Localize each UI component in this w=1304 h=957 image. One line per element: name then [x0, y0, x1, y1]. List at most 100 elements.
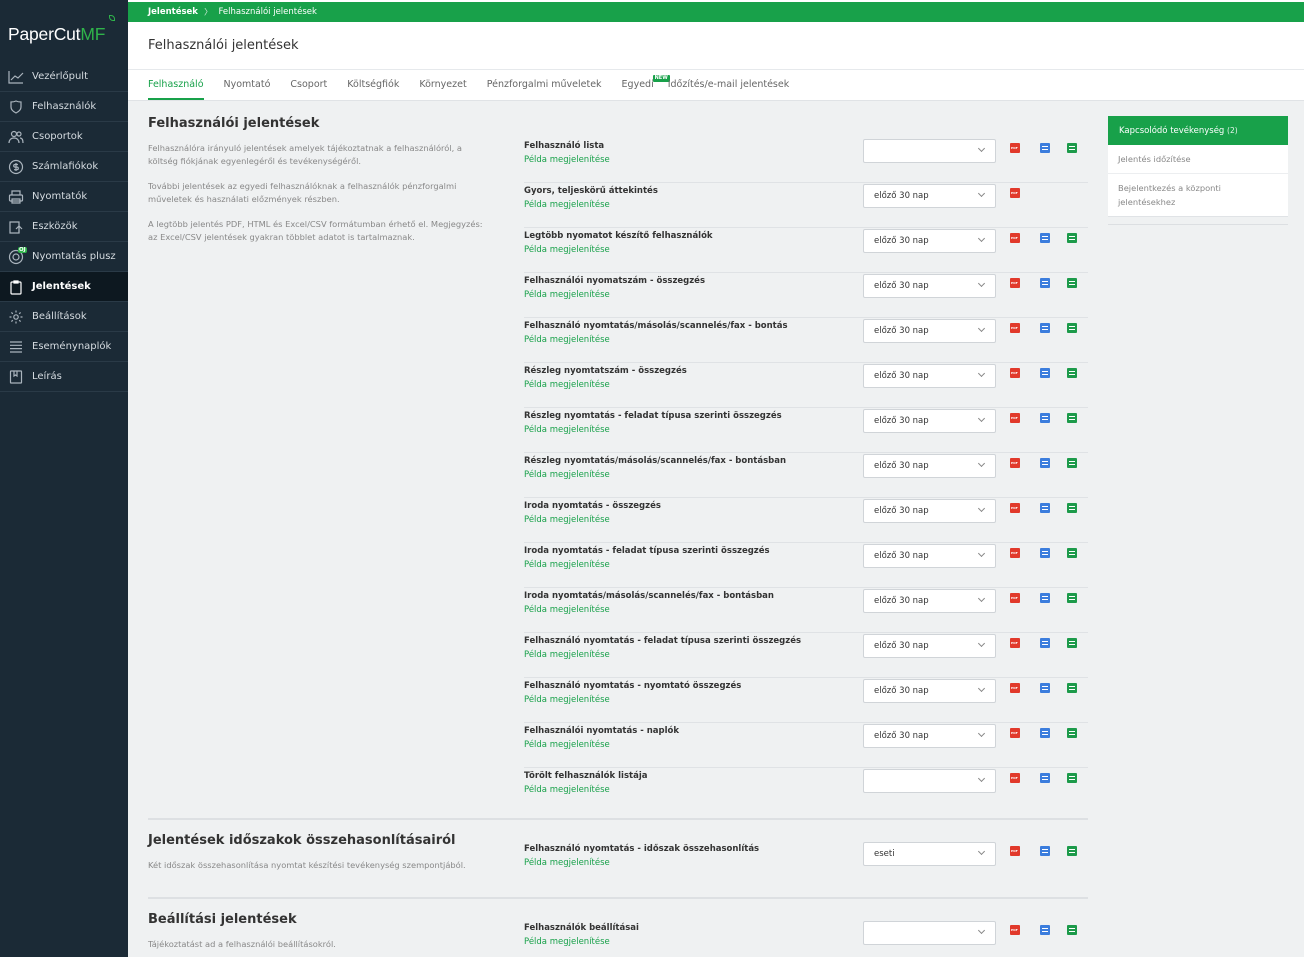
period-select[interactable] [863, 139, 996, 163]
sidebar-item-printer[interactable]: Nyomtatók [0, 182, 128, 212]
period-select[interactable]: előző 30 nap [863, 589, 996, 613]
pdf-icon[interactable] [1010, 323, 1020, 333]
csv-icon[interactable] [1067, 593, 1077, 603]
tab-7[interactable]: Időzítés/e-mail jelentések [668, 70, 790, 100]
html-icon[interactable] [1040, 548, 1050, 558]
example-link[interactable]: Példa megjelenítése [524, 470, 610, 480]
pdf-icon[interactable] [1010, 368, 1020, 378]
papercut-logo[interactable]: PaperCutMF [0, 0, 128, 62]
csv-icon[interactable] [1067, 143, 1077, 153]
period-select[interactable]: eseti [863, 842, 996, 866]
csv-icon[interactable] [1067, 323, 1077, 333]
tab-4[interactable]: Környezet [419, 70, 466, 100]
html-icon[interactable] [1040, 368, 1050, 378]
period-select[interactable]: előző 30 nap [863, 454, 996, 478]
pdf-icon[interactable] [1010, 548, 1020, 558]
period-select[interactable]: előző 30 nap [863, 679, 996, 703]
tab-1[interactable]: Nyomtató [224, 70, 271, 100]
csv-icon[interactable] [1067, 458, 1077, 468]
example-link[interactable]: Példa megjelenítése [524, 858, 610, 868]
sidebar-item-clipboard[interactable]: Jelentések [0, 272, 128, 302]
tab-2[interactable]: Csoport [290, 70, 327, 100]
pdf-icon[interactable] [1010, 188, 1020, 198]
example-link[interactable]: Példa megjelenítése [524, 425, 610, 435]
pdf-icon[interactable] [1010, 638, 1020, 648]
html-icon[interactable] [1040, 458, 1050, 468]
example-link[interactable]: Példa megjelenítése [524, 380, 610, 390]
example-link[interactable]: Példa megjelenítése [524, 650, 610, 660]
tab-3[interactable]: Költségfiók [347, 70, 399, 100]
sidebar-item-user-shield[interactable]: Felhasználók [0, 92, 128, 122]
period-select[interactable] [863, 769, 996, 793]
pdf-icon[interactable] [1010, 413, 1020, 423]
csv-icon[interactable] [1067, 925, 1077, 935]
example-link[interactable]: Példa megjelenítése [524, 335, 610, 345]
period-select[interactable]: előző 30 nap [863, 634, 996, 658]
csv-icon[interactable] [1067, 683, 1077, 693]
period-select[interactable]: előző 30 nap [863, 274, 996, 298]
period-select[interactable]: előző 30 nap [863, 184, 996, 208]
html-icon[interactable] [1040, 773, 1050, 783]
sidebar-item-device[interactable]: Eszközök [0, 212, 128, 242]
period-select[interactable]: előző 30 nap [863, 409, 996, 433]
tab-5[interactable]: Pénzforgalmi műveletek [487, 70, 602, 100]
html-icon[interactable] [1040, 503, 1050, 513]
example-link[interactable]: Példa megjelenítése [524, 290, 610, 300]
html-icon[interactable] [1040, 593, 1050, 603]
tab-0[interactable]: Felhasználó [148, 70, 204, 100]
tab-6[interactable]: Egyedi NEW [622, 70, 670, 100]
breadcrumb-root[interactable]: Jelentések [148, 7, 198, 17]
pdf-icon[interactable] [1010, 278, 1020, 288]
sidebar-item-gear[interactable]: Beállítások [0, 302, 128, 332]
example-link[interactable]: Példa megjelenítése [524, 200, 610, 210]
sidebar-item-book[interactable]: Leírás [0, 362, 128, 392]
html-icon[interactable] [1040, 638, 1050, 648]
csv-icon[interactable] [1067, 728, 1077, 738]
html-icon[interactable] [1040, 143, 1050, 153]
period-select[interactable]: előző 30 nap [863, 724, 996, 748]
example-link[interactable]: Példa megjelenítése [524, 560, 610, 570]
period-select[interactable]: előző 30 nap [863, 364, 996, 388]
csv-icon[interactable] [1067, 548, 1077, 558]
csv-icon[interactable] [1067, 233, 1077, 243]
example-link[interactable]: Példa megjelenítése [524, 605, 610, 615]
example-link[interactable]: Példa megjelenítése [524, 515, 610, 525]
pdf-icon[interactable] [1010, 683, 1020, 693]
example-link[interactable]: Példa megjelenítése [524, 695, 610, 705]
html-icon[interactable] [1040, 683, 1050, 693]
example-link[interactable]: Példa megjelenítése [524, 245, 610, 255]
pdf-icon[interactable] [1010, 143, 1020, 153]
pdf-icon[interactable] [1010, 503, 1020, 513]
example-link[interactable]: Példa megjelenítése [524, 155, 610, 165]
example-link[interactable]: Példa megjelenítése [524, 785, 610, 795]
sidebar-item-chart-line[interactable]: Vezérlőpult [0, 62, 128, 92]
example-link[interactable]: Példa megjelenítése [524, 937, 610, 947]
example-link[interactable]: Példa megjelenítése [524, 740, 610, 750]
pdf-icon[interactable] [1010, 925, 1020, 935]
sidebar-item-print-plus[interactable]: Nyomtatás plusz OJ [0, 242, 128, 272]
html-icon[interactable] [1040, 233, 1050, 243]
csv-icon[interactable] [1067, 773, 1077, 783]
sidebar-item-list[interactable]: Eseménynaplók [0, 332, 128, 362]
html-icon[interactable] [1040, 925, 1050, 935]
pdf-icon[interactable] [1010, 846, 1020, 856]
html-icon[interactable] [1040, 728, 1050, 738]
related-link-central-reports[interactable]: Bejelentkezés a központi jelentésekhez [1108, 174, 1288, 216]
sidebar-item-users[interactable]: Csoportok [0, 122, 128, 152]
csv-icon[interactable] [1067, 638, 1077, 648]
pdf-icon[interactable] [1010, 593, 1020, 603]
related-link-schedule[interactable]: Jelentés időzítése [1108, 145, 1288, 174]
html-icon[interactable] [1040, 413, 1050, 423]
period-select[interactable]: előző 30 nap [863, 229, 996, 253]
period-select[interactable]: előző 30 nap [863, 499, 996, 523]
period-select[interactable] [863, 921, 996, 945]
period-select[interactable]: előző 30 nap [863, 544, 996, 568]
pdf-icon[interactable] [1010, 728, 1020, 738]
csv-icon[interactable] [1067, 368, 1077, 378]
csv-icon[interactable] [1067, 413, 1077, 423]
html-icon[interactable] [1040, 846, 1050, 856]
pdf-icon[interactable] [1010, 773, 1020, 783]
pdf-icon[interactable] [1010, 233, 1020, 243]
html-icon[interactable] [1040, 278, 1050, 288]
csv-icon[interactable] [1067, 846, 1077, 856]
